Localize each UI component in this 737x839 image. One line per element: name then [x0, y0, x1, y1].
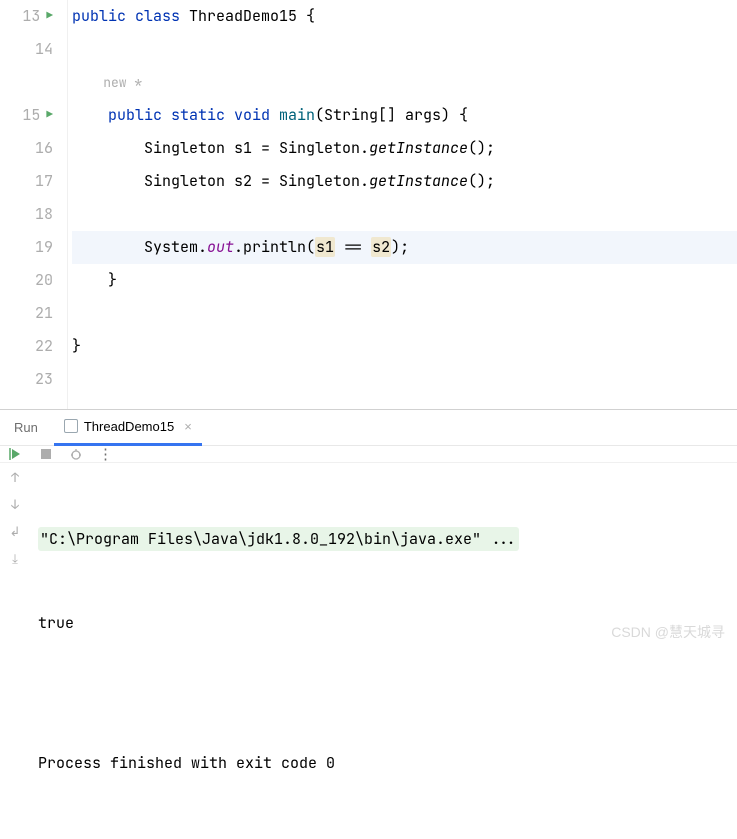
code-line[interactable]: public static void main(String[] args) {: [72, 99, 737, 132]
code-line[interactable]: [72, 297, 737, 330]
watermark: CSDN @慧天城寻: [611, 622, 725, 642]
run-config-icon: [64, 419, 78, 433]
gutter-line: 13▶: [0, 0, 61, 33]
scroll-icon[interactable]: ⤓: [12, 550, 18, 567]
stop-icon[interactable]: [38, 446, 54, 462]
wrap-icon[interactable]: ↲: [10, 523, 21, 540]
run-body: ↑ ↓ ↲ ⤓ "C:\Program Files\Java\jdk1.8.0_…: [0, 463, 737, 839]
gutter-line: 20: [0, 264, 61, 297]
gutter-line: 22: [0, 330, 61, 363]
down-arrow-icon[interactable]: ↓: [11, 496, 19, 513]
rerun-icon[interactable]: [8, 446, 24, 462]
code-line[interactable]: Singleton s2 = Singleton.getInstance();: [72, 165, 737, 198]
console-command: "C:\Program Files\Java\jdk1.8.0_192\bin\…: [38, 527, 519, 551]
code-line[interactable]: System.out.println(s1 == s2);: [72, 231, 737, 264]
run-tool-window: Run ThreadDemo15 × ⋮ ↑ ↓ ↲ ⤓ "C:\Program…: [0, 410, 737, 650]
console-side-toolbar: ↑ ↓ ↲ ⤓: [0, 463, 30, 839]
run-gutter-icon[interactable]: ▶: [46, 99, 53, 132]
code-line[interactable]: }: [72, 264, 737, 297]
code-line[interactable]: [72, 198, 737, 231]
code-content[interactable]: public class ThreadDemo15 { new * public…: [68, 0, 737, 409]
gutter-line: 19: [0, 231, 61, 264]
console-output[interactable]: "C:\Program Files\Java\jdk1.8.0_192\bin\…: [30, 463, 737, 839]
run-panel-label: Run: [6, 420, 46, 435]
code-line[interactable]: [72, 33, 737, 66]
gutter-line: 18: [0, 198, 61, 231]
code-editor[interactable]: 13▶14 15▶1617181920212223 public class Th…: [0, 0, 737, 410]
up-arrow-icon[interactable]: ↑: [11, 469, 19, 486]
gutter-line: 15▶: [0, 99, 61, 132]
console-exit-line: Process finished with exit code 0: [38, 749, 729, 777]
close-icon[interactable]: ×: [184, 419, 192, 434]
run-toolbar: ⋮: [0, 446, 737, 463]
debug-icon[interactable]: [68, 446, 84, 462]
run-tab-name: ThreadDemo15: [84, 419, 174, 434]
gutter-line: [0, 66, 61, 99]
gutter-line: 17: [0, 165, 61, 198]
gutter-line: 16: [0, 132, 61, 165]
more-icon[interactable]: ⋮: [98, 446, 114, 462]
line-gutter: 13▶14 15▶1617181920212223: [0, 0, 68, 409]
code-line[interactable]: }: [72, 330, 737, 363]
code-line[interactable]: public class ThreadDemo15 {: [72, 0, 737, 33]
inlay-hint: new *: [72, 74, 142, 91]
gutter-line: 14: [0, 33, 61, 66]
run-tab-bar: Run ThreadDemo15 ×: [0, 410, 737, 446]
gutter-line: 23: [0, 363, 61, 396]
gutter-line: 21: [0, 297, 61, 330]
code-line[interactable]: new *: [72, 66, 737, 99]
code-line[interactable]: [72, 363, 737, 396]
code-line[interactable]: Singleton s1 = Singleton.getInstance();: [72, 132, 737, 165]
run-gutter-icon[interactable]: ▶: [46, 0, 53, 33]
run-tab[interactable]: ThreadDemo15 ×: [54, 410, 202, 446]
